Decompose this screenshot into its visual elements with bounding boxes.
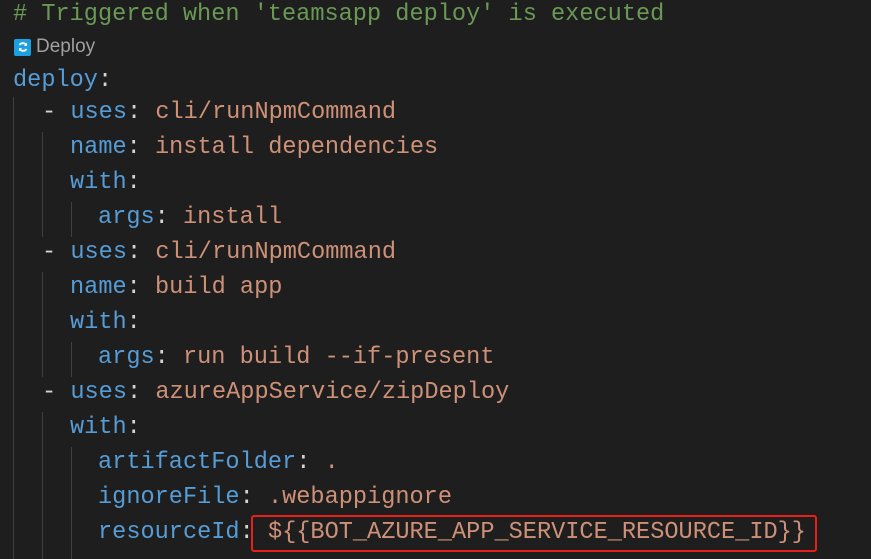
indent-guide (42, 272, 43, 377)
step-1-uses-value: cli/runNpmCommand (155, 99, 397, 126)
step-1-name-value: install dependencies (154, 134, 439, 161)
step-3-ignore-file-line: ignoreFile: .webappignore (98, 484, 452, 511)
ignore-file-value: .webappignore (267, 484, 452, 511)
indent-guide (71, 202, 72, 237)
step-2-with-line: with: (70, 309, 141, 336)
step-2-name-line: name: build app (70, 274, 283, 301)
root-key-line: deploy: (13, 67, 113, 94)
step-3-uses-value: azureAppService/zipDeploy (155, 379, 510, 406)
codelens-label: Deploy (36, 36, 96, 57)
step-2-uses-line: - uses: cli/runNpmCommand (42, 239, 397, 266)
indent-guide (42, 412, 43, 559)
step-2-args-value: run build --if-present (182, 344, 495, 371)
comment-line: # Triggered when 'teamsapp deploy' is ex… (13, 1, 665, 28)
indent-guide (71, 447, 72, 559)
refresh-icon (14, 38, 31, 56)
resource-id-value: ${{BOT_AZURE_APP_SERVICE_RESOURCE_ID}} (267, 519, 806, 546)
step-1-args-line: args: install (98, 204, 283, 231)
step-1-with-line: with: (70, 169, 141, 196)
step-1-uses-line: - uses: cli/runNpmCommand (42, 99, 397, 126)
indent-guide (71, 342, 72, 377)
step-3-resource-id-line: resourceId: ${{BOT_AZURE_APP_SERVICE_RES… (98, 519, 806, 546)
step-3-uses-line: - uses: azureAppService/zipDeploy (42, 379, 510, 406)
deploy-codelens[interactable]: Deploy (14, 35, 95, 59)
step-1-name-line: name: install dependencies (70, 134, 439, 161)
indent-guide (13, 97, 14, 559)
step-3-artifact-folder-line: artifactFolder: . (98, 449, 339, 476)
step-2-name-value: build app (154, 274, 283, 301)
artifact-folder-value: . (324, 449, 339, 476)
step-3-with-line: with: (70, 414, 141, 441)
step-2-args-line: args: run build --if-present (98, 344, 495, 371)
step-1-args-value: install (182, 204, 283, 231)
step-2-uses-value: cli/runNpmCommand (155, 239, 397, 266)
root-key: deploy (13, 67, 98, 94)
indent-guide (42, 132, 43, 237)
code-editor[interactable]: # Triggered when 'teamsapp deploy' is ex… (0, 0, 871, 559)
